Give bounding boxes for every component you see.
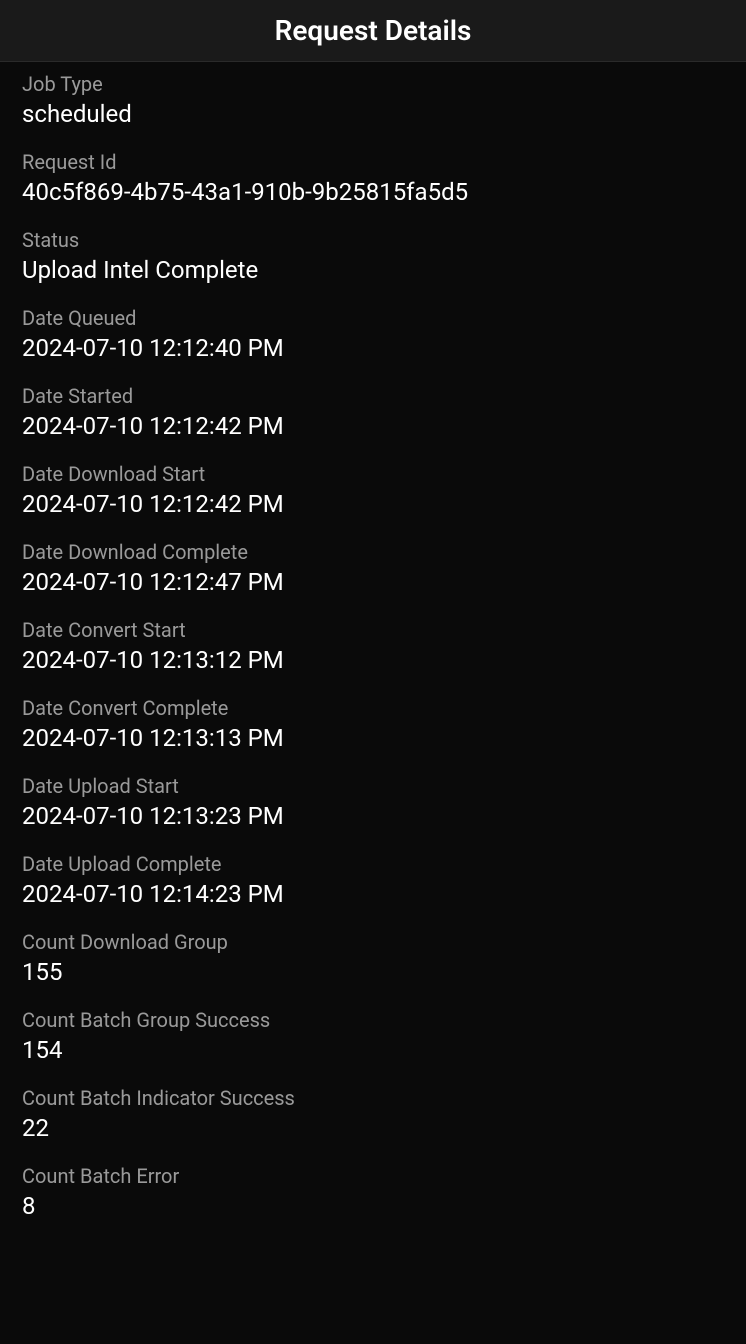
field-count-download-group: Count Download Group 155 — [22, 930, 724, 986]
field-value: 22 — [22, 1114, 724, 1142]
field-label: Date Started — [22, 384, 724, 408]
field-label: Job Type — [22, 72, 724, 96]
field-count-batch-indicator-success: Count Batch Indicator Success 22 — [22, 1086, 724, 1142]
field-count-batch-error: Count Batch Error 8 — [22, 1164, 724, 1220]
field-label: Count Batch Error — [22, 1164, 724, 1188]
field-date-upload-complete: Date Upload Complete 2024-07-10 12:14:23… — [22, 852, 724, 908]
field-value: 2024-07-10 12:12:40 PM — [22, 334, 724, 362]
field-label: Count Batch Indicator Success — [22, 1086, 724, 1110]
field-label: Count Batch Group Success — [22, 1008, 724, 1032]
field-date-upload-start: Date Upload Start 2024-07-10 12:13:23 PM — [22, 774, 724, 830]
field-label: Count Download Group — [22, 930, 724, 954]
field-date-download-start: Date Download Start 2024-07-10 12:12:42 … — [22, 462, 724, 518]
field-label: Date Download Start — [22, 462, 724, 486]
details-content: Job Type scheduled Request Id 40c5f869-4… — [0, 62, 746, 1252]
field-date-started: Date Started 2024-07-10 12:12:42 PM — [22, 384, 724, 440]
field-label: Status — [22, 228, 724, 252]
field-value: 2024-07-10 12:12:47 PM — [22, 568, 724, 596]
field-value: 154 — [22, 1036, 724, 1064]
field-value: 2024-07-10 12:12:42 PM — [22, 412, 724, 440]
field-count-batch-group-success: Count Batch Group Success 154 — [22, 1008, 724, 1064]
field-value: 2024-07-10 12:12:42 PM — [22, 490, 724, 518]
field-value: 2024-07-10 12:13:13 PM — [22, 724, 724, 752]
field-label: Request Id — [22, 150, 724, 174]
field-date-download-complete: Date Download Complete 2024-07-10 12:12:… — [22, 540, 724, 596]
field-job-type: Job Type scheduled — [22, 72, 724, 128]
field-value: scheduled — [22, 100, 724, 128]
field-request-id: Request Id 40c5f869-4b75-43a1-910b-9b258… — [22, 150, 724, 206]
field-status: Status Upload Intel Complete — [22, 228, 724, 284]
field-value: 2024-07-10 12:14:23 PM — [22, 880, 724, 908]
field-label: Date Download Complete — [22, 540, 724, 564]
field-date-queued: Date Queued 2024-07-10 12:12:40 PM — [22, 306, 724, 362]
page-title: Request Details — [0, 14, 746, 47]
field-value: 2024-07-10 12:13:23 PM — [22, 802, 724, 830]
field-value: Upload Intel Complete — [22, 256, 724, 284]
field-date-convert-complete: Date Convert Complete 2024-07-10 12:13:1… — [22, 696, 724, 752]
field-label: Date Convert Start — [22, 618, 724, 642]
field-value: 40c5f869-4b75-43a1-910b-9b25815fa5d5 — [22, 178, 724, 206]
field-label: Date Upload Start — [22, 774, 724, 798]
field-value: 155 — [22, 958, 724, 986]
field-label: Date Queued — [22, 306, 724, 330]
field-value: 2024-07-10 12:13:12 PM — [22, 646, 724, 674]
field-value: 8 — [22, 1192, 724, 1220]
field-label: Date Convert Complete — [22, 696, 724, 720]
page-header: Request Details — [0, 0, 746, 62]
field-date-convert-start: Date Convert Start 2024-07-10 12:13:12 P… — [22, 618, 724, 674]
field-label: Date Upload Complete — [22, 852, 724, 876]
